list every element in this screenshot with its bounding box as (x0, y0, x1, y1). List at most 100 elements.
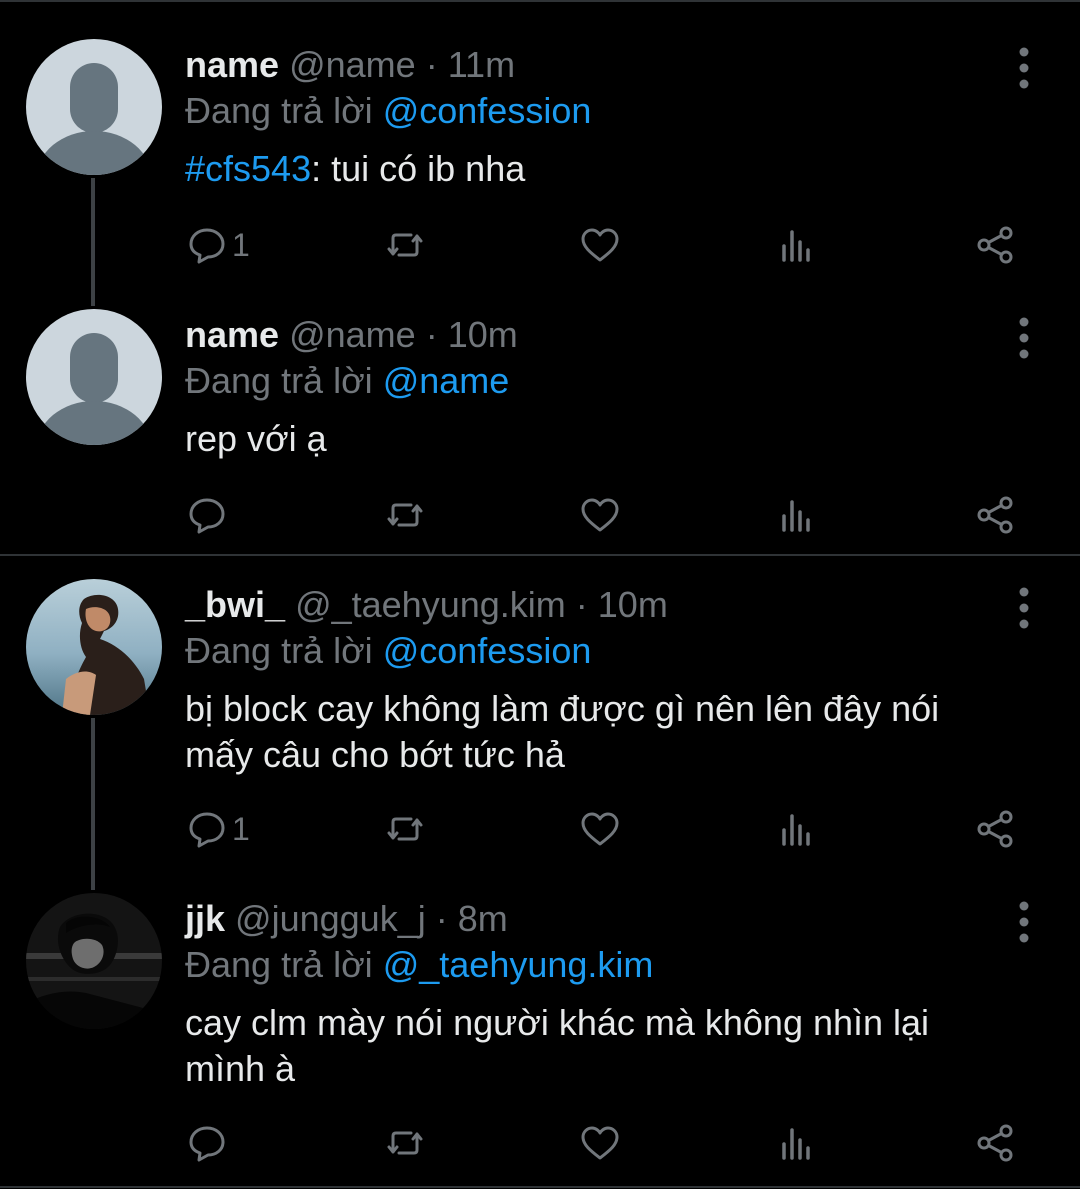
user-handle[interactable]: @jungguk_j (235, 898, 426, 939)
tweet-text: #cfs543: tui có ib nha (185, 146, 1005, 192)
timestamp[interactable]: 10m (598, 584, 668, 625)
like-button[interactable] (579, 490, 621, 540)
views-button[interactable] (776, 804, 818, 854)
separator-dot: · (575, 584, 588, 625)
views-button[interactable] (776, 220, 818, 270)
retweet-button[interactable] (384, 804, 426, 854)
reply-button[interactable]: 1 (186, 804, 250, 854)
avatar-photo[interactable] (26, 893, 162, 1029)
views-button[interactable] (776, 490, 818, 540)
share-icon (977, 226, 1013, 264)
share-button[interactable] (974, 490, 1016, 540)
share-icon (977, 810, 1013, 848)
replying-to: Đang trả lời @confession (185, 88, 591, 134)
views-icon (782, 814, 810, 846)
reply-icon (189, 1126, 225, 1162)
retweet-button[interactable] (384, 220, 426, 270)
user-handle[interactable]: @name (289, 314, 416, 355)
like-button[interactable] (579, 220, 621, 270)
reply-icon (189, 498, 225, 534)
hashtag[interactable]: #cfs543 (185, 148, 311, 189)
tweet[interactable]: jjk @jungguk_j · 8m Đang trả lời @_taehy… (0, 893, 1080, 1176)
tweet-actions (0, 1118, 1080, 1168)
default-avatar-icon (26, 39, 162, 175)
tweet-actions: 1 (0, 220, 1080, 270)
user-handle[interactable]: @name (289, 44, 416, 85)
conversation-divider (0, 554, 1080, 556)
tweet-actions (0, 490, 1080, 540)
reply-button[interactable]: 1 (186, 220, 250, 270)
tweet[interactable]: _bwi_ @_taehyung.kim · 10m Đang trả lời … (0, 579, 1080, 862)
tweet-header: name @name · 11m (185, 42, 515, 88)
timestamp[interactable]: 10m (448, 314, 518, 355)
replying-mention[interactable]: @_taehyung.kim (383, 944, 654, 985)
reply-button[interactable] (186, 490, 232, 540)
reply-thread-screen: name @name · 11m Đang trả lời @confessio… (0, 0, 1080, 1189)
like-icon (581, 498, 619, 532)
display-name[interactable]: name (185, 44, 279, 85)
reply-button[interactable] (186, 1118, 232, 1168)
tweet[interactable]: name @name · 10m Đang trả lời @name rep … (0, 309, 1080, 542)
retweet-icon (387, 1131, 423, 1155)
timestamp[interactable]: 11m (448, 44, 515, 85)
retweet-button[interactable] (384, 1118, 426, 1168)
avatar-photo[interactable] (26, 579, 162, 715)
like-icon (581, 228, 619, 262)
tweet-header: _bwi_ @_taehyung.kim · 10m (185, 582, 668, 628)
more-vertical-icon (1019, 587, 1029, 629)
tweet-text: rep với ạ (185, 418, 327, 459)
replying-to: Đang trả lời @confession (185, 628, 591, 674)
share-button[interactable] (974, 804, 1016, 854)
like-icon (581, 1126, 619, 1160)
tweet-text: cay clm mày nói người khác mà không nhìn… (185, 1002, 930, 1089)
replying-mention[interactable]: @name (383, 360, 510, 401)
tweet-header: name @name · 10m (185, 312, 518, 358)
avatar-default[interactable] (26, 39, 162, 175)
tweet-actions: 1 (0, 804, 1080, 854)
like-button[interactable] (579, 1118, 621, 1168)
default-avatar-icon (26, 309, 162, 445)
like-button[interactable] (579, 804, 621, 854)
retweet-icon (387, 233, 423, 257)
reply-icon (189, 228, 225, 264)
views-icon (782, 1128, 810, 1160)
replying-mention[interactable]: @confession (383, 630, 592, 671)
views-button[interactable] (776, 1118, 818, 1168)
more-vertical-icon (1019, 47, 1029, 89)
user-photo-icon (26, 893, 162, 1029)
separator-dot: · (425, 44, 438, 85)
display-name[interactable]: _bwi_ (185, 584, 285, 625)
share-icon (977, 496, 1013, 534)
display-name[interactable]: jjk (185, 898, 225, 939)
top-divider (0, 0, 1080, 2)
more-button[interactable] (1008, 46, 1040, 90)
replying-prefix: Đang trả lời (185, 630, 373, 671)
avatar-default[interactable] (26, 309, 162, 445)
retweet-icon (387, 503, 423, 527)
replying-to: Đang trả lời @name (185, 358, 509, 404)
tweet[interactable]: name @name · 11m Đang trả lời @confessio… (0, 39, 1080, 272)
more-button[interactable] (1008, 316, 1040, 360)
reply-icon (189, 812, 225, 848)
separator-dot: · (435, 898, 448, 939)
replying-mention[interactable]: @confession (383, 90, 592, 131)
reply-count: 1 (232, 811, 250, 847)
replying-to: Đang trả lời @_taehyung.kim (185, 942, 653, 988)
reply-count: 1 (232, 227, 250, 263)
separator-dot: · (425, 314, 438, 355)
bottom-divider (0, 1186, 1080, 1188)
share-icon (977, 1124, 1013, 1162)
more-button[interactable] (1008, 586, 1040, 630)
more-button[interactable] (1008, 900, 1040, 944)
share-button[interactable] (974, 1118, 1016, 1168)
retweet-icon (387, 817, 423, 841)
share-button[interactable] (974, 220, 1016, 270)
timestamp[interactable]: 8m (458, 898, 508, 939)
more-vertical-icon (1019, 901, 1029, 943)
user-handle[interactable]: @_taehyung.kim (295, 584, 566, 625)
display-name[interactable]: name (185, 314, 279, 355)
tweet-header: jjk @jungguk_j · 8m (185, 896, 508, 942)
replying-prefix: Đang trả lời (185, 944, 373, 985)
replying-prefix: Đang trả lời (185, 90, 373, 131)
retweet-button[interactable] (384, 490, 426, 540)
